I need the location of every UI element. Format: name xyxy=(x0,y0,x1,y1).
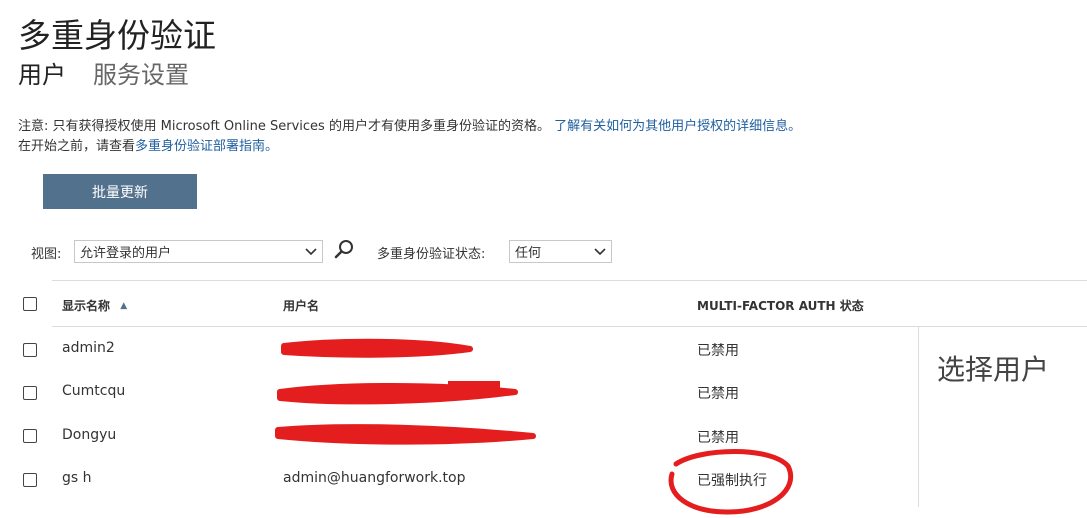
redaction-mark xyxy=(448,381,500,390)
redaction-overlay xyxy=(275,338,794,515)
redaction-mark xyxy=(281,338,473,358)
annotation-circle xyxy=(668,449,794,515)
redaction-mark xyxy=(275,424,536,445)
